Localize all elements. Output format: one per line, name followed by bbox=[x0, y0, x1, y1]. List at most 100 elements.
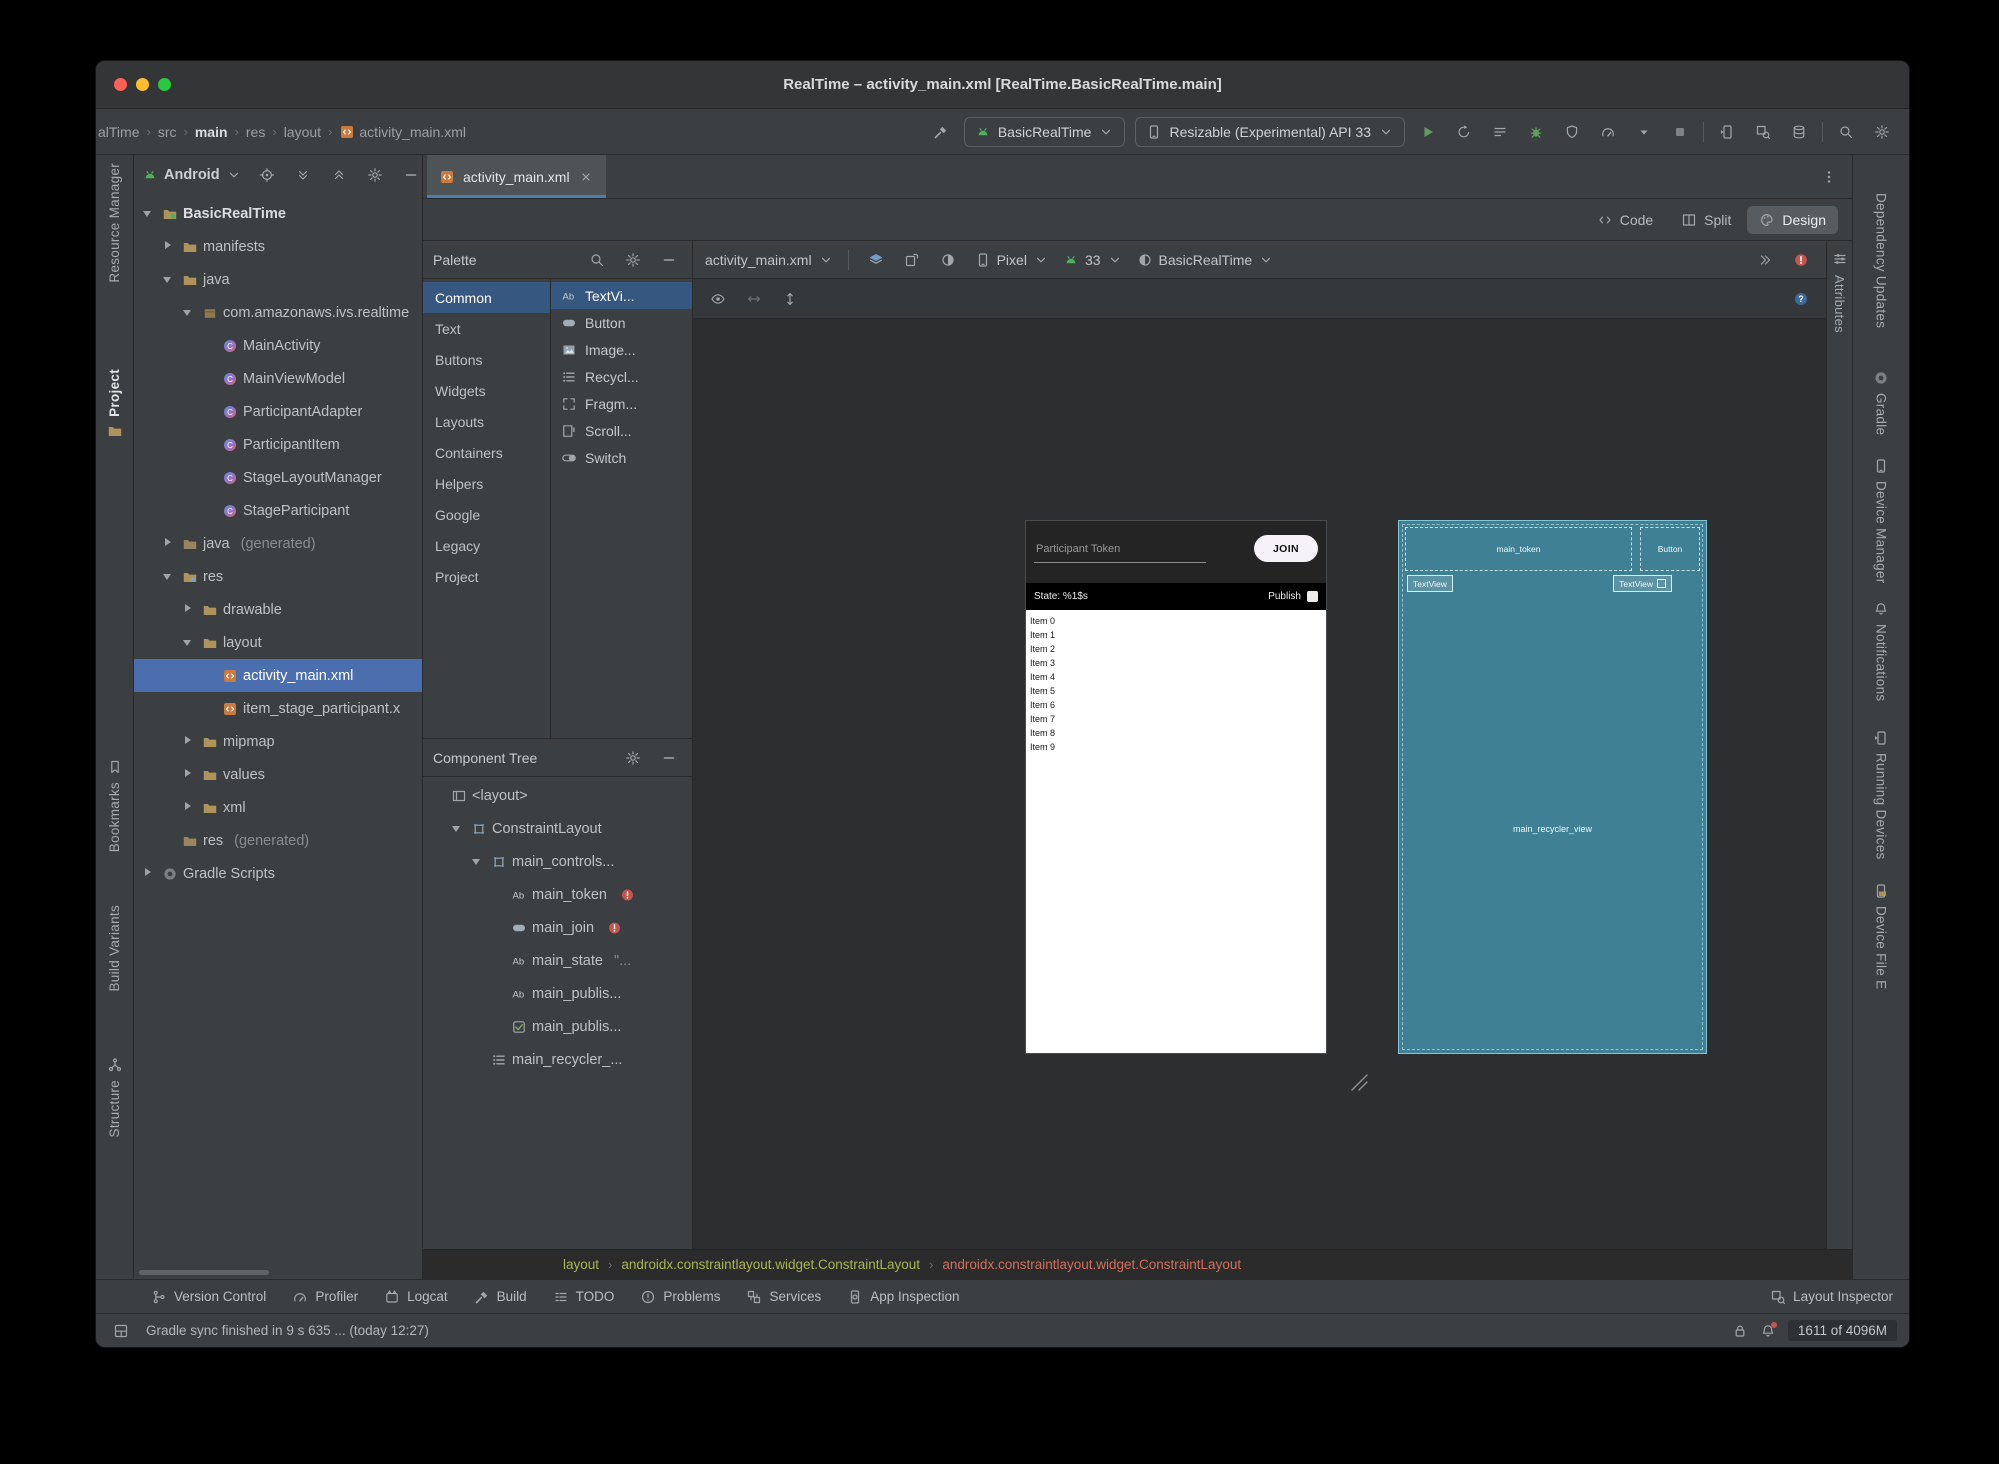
pan-horizontal-icon[interactable] bbox=[741, 286, 767, 312]
debug-icon[interactable] bbox=[1523, 119, 1549, 145]
stripe-device-file-e[interactable]: Device File E bbox=[1873, 883, 1889, 990]
project-tree-item-stageparticipant[interactable]: C StageParticipant bbox=[134, 494, 422, 527]
collapse-all-icon[interactable] bbox=[326, 162, 352, 188]
palette-widget-switch[interactable]: Switch bbox=[551, 444, 692, 471]
project-tree-item-xml[interactable]: xml bbox=[134, 791, 422, 824]
tab-options-kebab-icon[interactable] bbox=[1816, 164, 1842, 190]
project-tree-item-drawable[interactable]: drawable bbox=[134, 593, 422, 626]
preview-recycler-list[interactable]: Item 0 Item 1 Item 2 Item 3 Item 4 Item 5 Item… bbox=[1026, 610, 1326, 1053]
palette-widget-fragm[interactable]: Fragm... bbox=[551, 390, 692, 417]
preview-list-item[interactable]: Item 4 bbox=[1030, 670, 1326, 684]
palette-widget-button[interactable]: Button bbox=[551, 309, 692, 336]
settings-icon[interactable] bbox=[362, 162, 388, 188]
project-tree-item-java[interactable]: java (generated) bbox=[134, 527, 422, 560]
close-window-button[interactable] bbox=[114, 78, 127, 91]
project-tree-item-layout[interactable]: layout bbox=[134, 626, 422, 659]
component-tree-item-constraintlayout[interactable]: ConstraintLayout bbox=[423, 812, 692, 845]
blueprint-main-token[interactable]: main_token bbox=[1405, 527, 1632, 571]
component-tree-item-main-join[interactable]: main_join bbox=[423, 911, 692, 944]
memory-indicator[interactable]: 1611 of 4096M bbox=[1787, 1320, 1897, 1341]
stop-icon[interactable] bbox=[1667, 119, 1693, 145]
tool-window-button-version-control[interactable]: Version Control bbox=[151, 1289, 266, 1305]
tree-chevron-icon[interactable] bbox=[469, 845, 486, 878]
stripe-gradle[interactable]: Gradle bbox=[1873, 370, 1889, 436]
design-blueprint-icon[interactable] bbox=[863, 247, 889, 273]
tool-window-button-profiler[interactable]: Profiler bbox=[292, 1289, 358, 1305]
preview-device-select[interactable]: Pixel bbox=[975, 252, 1049, 268]
breadcrumb-item-activity-main-xml[interactable]: activity_main.xml bbox=[339, 124, 466, 140]
component-tree-item-main-token[interactable]: Ab main_token bbox=[423, 878, 692, 911]
close-tab-icon[interactable] bbox=[578, 169, 594, 185]
zoom-window-button[interactable] bbox=[158, 78, 171, 91]
stripe-structure[interactable]: Structure bbox=[107, 1057, 123, 1138]
theme-select[interactable]: BasicRealTime bbox=[1137, 252, 1275, 268]
pan-vertical-icon[interactable] bbox=[777, 286, 803, 312]
stripe-resource-manager[interactable]: Resource Manager bbox=[107, 163, 122, 283]
attributes-collapsed-tab[interactable]: Attributes bbox=[1826, 241, 1852, 1249]
horizontal-scrollbar[interactable] bbox=[139, 1270, 269, 1275]
hide-icon[interactable] bbox=[656, 745, 682, 771]
render-errors-icon[interactable] bbox=[1788, 247, 1814, 273]
publish-checkbox[interactable] bbox=[1307, 591, 1318, 602]
preview-controls-container[interactable]: Participant Token JOIN bbox=[1026, 521, 1326, 583]
palette-category-helpers[interactable]: Helpers bbox=[423, 468, 550, 499]
build-list-icon[interactable] bbox=[1487, 119, 1513, 145]
component-tree-item-main-publis[interactable]: main_publis... bbox=[423, 1010, 692, 1043]
layout-inspector-tool-icon[interactable] bbox=[1750, 119, 1776, 145]
settings-icon[interactable] bbox=[620, 247, 646, 273]
more-run-options-icon[interactable] bbox=[1631, 119, 1657, 145]
join-button[interactable]: JOIN bbox=[1254, 535, 1318, 562]
design-preview-phone[interactable]: Participant Token JOIN State: %1$s Publi… bbox=[1026, 521, 1326, 1053]
mode-code-button[interactable]: Code bbox=[1585, 206, 1665, 234]
notifications-icon[interactable] bbox=[1760, 1321, 1777, 1339]
project-tree-item-stagelayoutmanager[interactable]: C StageLayoutManager bbox=[134, 461, 422, 494]
component-tree-item-main-publis[interactable]: Ab main_publis... bbox=[423, 977, 692, 1010]
tool-window-button-problems[interactable]: Problems bbox=[640, 1289, 720, 1305]
tree-chevron-icon[interactable] bbox=[180, 725, 197, 758]
tree-chevron-icon[interactable] bbox=[160, 527, 177, 560]
preview-list-item[interactable]: Item 6 bbox=[1030, 698, 1326, 712]
tool-window-switcher-icon[interactable] bbox=[108, 1318, 134, 1344]
component-tree-item-main-state[interactable]: Ab main_state "... bbox=[423, 944, 692, 977]
canvas-resize-handle[interactable] bbox=[1348, 1071, 1370, 1093]
project-tree-item-mainactivity[interactable]: C MainActivity bbox=[134, 329, 422, 362]
tool-window-button-app-inspection[interactable]: App Inspection bbox=[847, 1289, 960, 1305]
breadcrumb-item-main[interactable]: main bbox=[195, 124, 228, 140]
stripe-bookmarks[interactable]: Bookmarks bbox=[107, 759, 123, 853]
preview-list-item[interactable]: Item 3 bbox=[1030, 656, 1326, 670]
component-tree-item-main-recycler[interactable]: main_recycler_... bbox=[423, 1043, 692, 1076]
night-mode-icon[interactable] bbox=[935, 247, 961, 273]
database-inspector-icon[interactable] bbox=[1786, 119, 1812, 145]
project-tree-item-activity-main-xml[interactable]: activity_main.xml bbox=[134, 659, 422, 692]
mode-design-button[interactable]: Design bbox=[1747, 205, 1838, 234]
overflow-icon[interactable] bbox=[1752, 247, 1778, 273]
publish-textview[interactable]: Publish bbox=[1268, 591, 1301, 602]
coverage-icon[interactable] bbox=[1559, 119, 1585, 145]
palette-category-text[interactable]: Text bbox=[423, 313, 550, 344]
palette-category-containers[interactable]: Containers bbox=[423, 437, 550, 468]
blueprint-textview-right[interactable]: TextView bbox=[1613, 575, 1672, 592]
token-edittext[interactable]: Participant Token bbox=[1036, 543, 1120, 555]
project-tree-item-res[interactable]: res (generated) bbox=[134, 824, 422, 857]
preview-list-item[interactable]: Item 5 bbox=[1030, 684, 1326, 698]
tree-chevron-icon[interactable] bbox=[180, 758, 197, 791]
palette-widget-recycl[interactable]: Recycl... bbox=[551, 363, 692, 390]
project-tree-item-com-amazonaws-ivs-realtime[interactable]: com.amazonaws.ivs.realtime bbox=[134, 296, 422, 329]
blueprint-recycler-label[interactable]: main_recycler_view bbox=[1399, 824, 1706, 834]
tree-chevron-icon[interactable] bbox=[160, 230, 177, 263]
breadcrumb-item-layout[interactable]: layout bbox=[284, 124, 321, 140]
preview-list-item[interactable]: Item 8 bbox=[1030, 726, 1326, 740]
project-tree-item-mipmap[interactable]: mipmap bbox=[134, 725, 422, 758]
editor-tab-activity-main[interactable]: activity_main.xml bbox=[427, 155, 606, 198]
stripe-build-variants[interactable]: Build Variants bbox=[107, 905, 122, 992]
project-tree-item-basicrealtime[interactable]: BasicRealTime bbox=[134, 197, 422, 230]
tree-chevron-icon[interactable] bbox=[140, 197, 157, 230]
profiler-icon[interactable] bbox=[1595, 119, 1621, 145]
stripe-notifications[interactable]: Notifications bbox=[1873, 601, 1889, 702]
design-canvas[interactable]: Participant Token JOIN State: %1$s Publi… bbox=[693, 319, 1826, 1249]
locate-file-icon[interactable] bbox=[254, 162, 280, 188]
project-tree-item-participantadapter[interactable]: C ParticipantAdapter bbox=[134, 395, 422, 428]
palette-category-widgets[interactable]: Widgets bbox=[423, 375, 550, 406]
xml-breadcrumb-item[interactable]: layout bbox=[563, 1257, 599, 1272]
xml-breadcrumb-item[interactable]: androidx.constraintlayout.widget.Constra… bbox=[621, 1257, 920, 1272]
